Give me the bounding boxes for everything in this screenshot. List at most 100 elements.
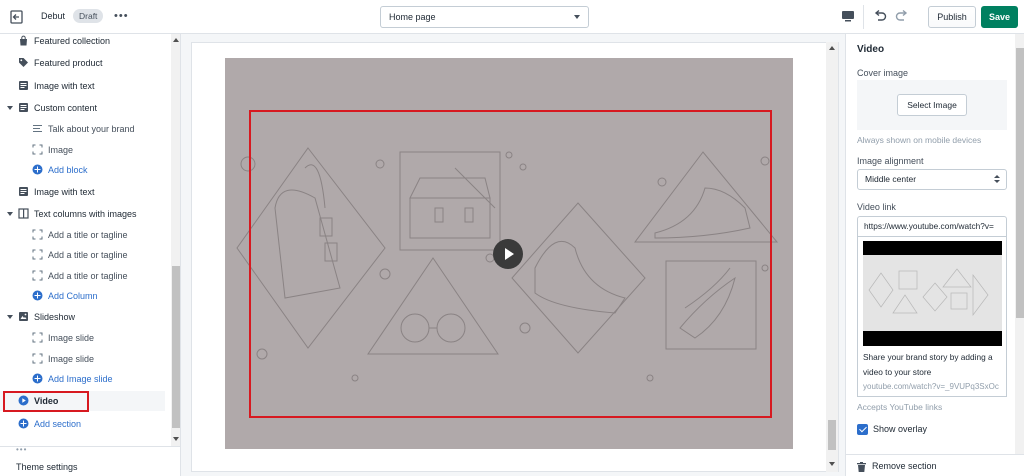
image-text-icon (19, 187, 28, 196)
theme-settings-link[interactable]: Theme settings (16, 462, 78, 472)
add-column-button[interactable]: Add Column (0, 286, 168, 306)
trash-icon[interactable] (857, 462, 866, 472)
plus-circle-icon (32, 290, 43, 301)
section-featured-product[interactable]: Featured product (0, 53, 168, 73)
section-text-columns[interactable]: Text columns with images (0, 204, 168, 224)
scroll-down-icon[interactable] (173, 437, 179, 441)
sidebar-item-label: Slideshow (34, 312, 76, 322)
section-image-with-text[interactable]: Image with text (0, 76, 168, 96)
block-image[interactable]: Image (0, 140, 168, 160)
preview-scrollbar[interactable] (826, 42, 838, 472)
video-link-label: Video link (857, 202, 896, 212)
block-image-slide[interactable]: Image slide (0, 349, 168, 369)
theme-editor: Debut Draft ••• Home page Publish Save F… (0, 0, 1024, 476)
sidebar-item-label: Add Image slide (48, 374, 113, 384)
image-alignment-label: Image alignment (857, 156, 924, 166)
sidebar-item-label: Image with text (34, 187, 95, 197)
plus-circle-icon (32, 373, 43, 384)
image-alignment-value: Middle center (865, 174, 917, 184)
add-block-button[interactable]: Add block (0, 160, 168, 180)
desktop-device-icon[interactable] (841, 9, 855, 23)
block-column[interactable]: Add a title or tagline (0, 225, 168, 245)
section-settings-panel: Video Cover image Select Image Always sh… (845, 34, 1024, 476)
image-alignment-select[interactable]: Middle center (857, 169, 1007, 190)
sidebar-item-label: Image slide (48, 354, 95, 364)
section-custom-content[interactable]: Custom content (0, 98, 168, 118)
section-image-with-text[interactable]: Image with text (0, 182, 168, 202)
video-link-input[interactable]: https://www.youtube.com/watch?v= (857, 216, 1007, 237)
sidebar-item-label: Add block (48, 165, 88, 175)
sidebar-item-label: Add a title or tagline (48, 250, 128, 260)
sidebar-footer: ••• Theme settings (0, 445, 180, 476)
undo-icon[interactable] (872, 8, 888, 24)
show-overlay-label[interactable]: Show overlay (873, 424, 927, 434)
slideshow-icon (19, 312, 28, 321)
top-bar: Debut Draft ••• Home page Publish Save (0, 0, 1024, 34)
scroll-up-icon[interactable] (829, 46, 835, 50)
section-featured-collection[interactable]: Featured collection (0, 34, 168, 51)
save-button[interactable]: Save (981, 6, 1018, 28)
theme-name: Debut (41, 11, 66, 21)
chevron-down-icon[interactable] (7, 315, 13, 319)
section-slideshow[interactable]: Slideshow (0, 307, 168, 327)
sidebar-item-label: Image (48, 145, 74, 155)
video-link-preview-card[interactable]: Share your brand story by adding a video… (857, 237, 1007, 397)
annotation-highlight-box (3, 391, 89, 412)
redo-icon[interactable] (894, 8, 910, 24)
sidebar-item-label: Custom content (34, 103, 98, 113)
block-image-slide[interactable]: Image slide (0, 328, 168, 348)
add-image-slide-button[interactable]: Add Image slide (0, 369, 168, 389)
block-column[interactable]: Add a title or tagline (0, 245, 168, 265)
sidebar-item-label: Image with text (34, 81, 95, 91)
scroll-down-icon[interactable] (829, 462, 835, 466)
sidebar-item-label: Talk about your brand (48, 124, 135, 134)
block-column[interactable]: Add a title or tagline (0, 266, 168, 286)
image-text-icon (19, 103, 28, 112)
scrollbar-thumb[interactable] (1016, 48, 1024, 318)
block-talk-about-brand[interactable]: Talk about your brand (0, 119, 168, 139)
annotation-highlight-box (249, 110, 772, 418)
exit-icon[interactable] (8, 8, 26, 26)
scrollbar-thumb[interactable] (172, 266, 180, 428)
image-frame-icon (32, 229, 43, 240)
video-link-description: Share your brand story by adding a video… (863, 352, 993, 377)
add-section-button[interactable]: Add section (0, 414, 168, 434)
panel-scrollbar[interactable] (1015, 34, 1024, 454)
show-overlay-checkbox[interactable] (857, 424, 868, 435)
tag-icon (19, 58, 28, 67)
sidebar-item-label: Text columns with images (34, 209, 137, 219)
video-thumbnail (863, 241, 1002, 346)
toolbar-divider (863, 5, 864, 29)
sidebar-item-label: Add a title or tagline (48, 230, 128, 240)
footer-divider-dots: ••• (16, 445, 28, 454)
sidebar-item-label: Add a title or tagline (48, 271, 128, 281)
image-frame-icon (32, 270, 43, 281)
image-frame-icon (32, 144, 43, 155)
columns-icon (18, 208, 29, 219)
scroll-up-icon[interactable] (173, 38, 179, 42)
shopping-bag-icon (20, 35, 27, 46)
sidebar-scrollbar[interactable] (171, 34, 180, 446)
chevron-down-icon[interactable] (7, 106, 13, 110)
panel-footer: Remove section (846, 454, 1024, 476)
sections-sidebar: Featured collection Featured product Ima… (0, 34, 181, 476)
chevron-down-icon (574, 15, 580, 19)
panel-title: Video (857, 44, 885, 55)
status-badge: Draft (73, 9, 104, 23)
thumbnail-illustration (868, 268, 989, 317)
cover-image-label: Cover image (857, 68, 909, 78)
sidebar-item-label: Add Column (48, 291, 98, 301)
publish-button[interactable]: Publish (928, 6, 976, 28)
scrollbar-thumb[interactable] (828, 420, 836, 450)
more-actions-button[interactable]: ••• (114, 9, 129, 23)
sidebar-item-label: Add section (34, 419, 82, 429)
select-image-button[interactable]: Select Image (897, 94, 967, 116)
sidebar-item-label: Featured collection (34, 36, 111, 46)
video-thumbnail-image (863, 255, 1002, 331)
page-select[interactable]: Home page (380, 6, 589, 28)
image-frame-icon (32, 332, 43, 343)
remove-section-button[interactable]: Remove section (872, 461, 937, 471)
chevron-down-icon[interactable] (7, 212, 13, 216)
sidebar-item-label: Image slide (48, 333, 95, 343)
image-frame-icon (32, 353, 43, 364)
